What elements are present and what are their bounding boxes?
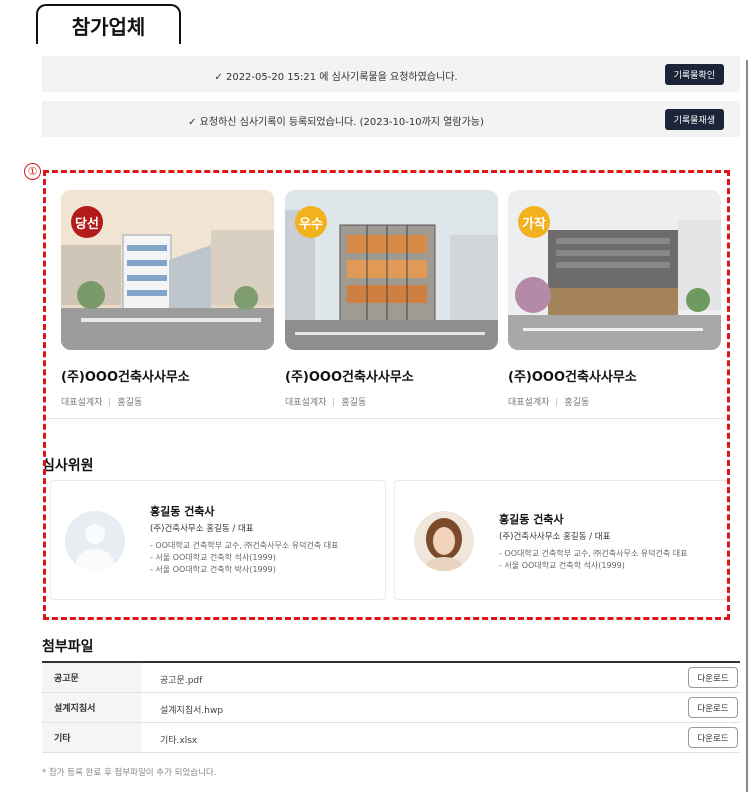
building-render-image: 우수: [285, 190, 498, 350]
attachment-label: 설계지침서: [42, 693, 142, 722]
building-render-image: 가작: [508, 190, 721, 350]
award-badge: 가작: [518, 206, 550, 238]
download-button[interactable]: 다운로드: [688, 727, 738, 748]
award-badge: 우수: [295, 206, 327, 238]
designer-meta: 대표설계자 홍길동: [61, 395, 274, 408]
company-name: (주)OOO건축사사무소: [61, 370, 190, 385]
page-title: 참가업체: [36, 4, 181, 44]
attachment-row: 공고문 공고문.pdf 다운로드: [42, 663, 740, 693]
judge-card: 홍길동 건축사 (주)건축사사무소 홍길동 / 대표 - OO대학교 건축학부 …: [394, 480, 730, 600]
building-render-image: 당선: [61, 190, 274, 350]
attachment-label: 공고문: [42, 663, 142, 692]
company-name: (주)OOO건축사사무소: [285, 370, 414, 385]
judge-affiliation: (주)건축사사무소 홍길동 / 대표: [499, 532, 611, 542]
section-divider: [46, 418, 730, 419]
attachment-row: 기타 기타.xlsx 다운로드: [42, 723, 740, 753]
attachment-label: 기타: [42, 723, 142, 752]
judge-affiliation: (주)건축사무소 홍길동 / 대표: [150, 524, 254, 534]
participant-card[interactable]: 가작 (주)OOO건축사사무소 대표설계자 홍길동: [508, 190, 721, 408]
view-records-button[interactable]: 기록물확인: [664, 64, 724, 85]
attachments-table: 공고문 공고문.pdf 다운로드 설계지침서 설계지침서.hwp 다운로드 기타…: [42, 661, 740, 753]
notice-request-text: ✓ 2022-05-20 15:21 에 심사기록물을 요청하였습니다.: [214, 72, 458, 83]
designer-role-label: 대표설계자: [61, 398, 103, 408]
scroll-rail: [746, 60, 748, 792]
attachments-note: * 참가 등록 완료 후 첨부파일이 추가 되었습니다.: [42, 768, 217, 778]
judge-career: - OO대학교 건축학부 교수, ㈜건축사무소 유덕건축 대표 - 서울 OO대…: [150, 541, 339, 574]
designer-role-label: 대표설계자: [285, 398, 327, 408]
designer-name: 홍길동: [117, 398, 143, 408]
notice-registered-text: ✓ 요청하신 심사기록이 등록되었습니다. (2023-10-10까지 열람가능…: [188, 117, 484, 128]
designer-meta: 대표설계자 홍길동: [508, 395, 721, 408]
attachment-file-name[interactable]: 설계지침서.hwp: [160, 703, 223, 716]
attachment-row: 설계지침서 설계지침서.hwp 다운로드: [42, 693, 740, 723]
download-button[interactable]: 다운로드: [688, 667, 738, 688]
participant-card[interactable]: 우수 (주)OOO건축사사무소 대표설계자 홍길동: [285, 190, 498, 408]
attachment-file-name[interactable]: 공고문.pdf: [160, 673, 202, 686]
avatar-placeholder: [65, 511, 125, 571]
notice-registered: ✓ 요청하신 심사기록이 등록되었습니다. (2023-10-10까지 열람가능…: [42, 101, 740, 137]
designer-name: 홍길동: [341, 398, 367, 408]
participant-card[interactable]: 당선 (주)OOO건축사사무소 대표설계자 홍길동: [61, 190, 274, 408]
judge-card: 홍길동 건축사 (주)건축사무소 홍길동 / 대표 - OO대학교 건축학부 교…: [50, 480, 386, 600]
annotation-marker: ①: [24, 163, 41, 180]
judge-career: - OO대학교 건축학부 교수, ㈜건축사무소 유덕건축 대표 - 서울 OO대…: [499, 549, 688, 570]
designer-role-label: 대표설계자: [508, 398, 550, 408]
notice-request: ✓ 2022-05-20 15:21 에 심사기록물을 요청하였습니다. 기록물…: [42, 56, 740, 92]
designer-name: 홍길동: [564, 398, 590, 408]
judges-section-title: 심사위원: [42, 458, 94, 474]
judge-photo: [414, 511, 474, 571]
designer-meta: 대표설계자 홍길동: [285, 395, 498, 408]
judge-name: 홍길동 건축사: [150, 505, 215, 518]
attachment-file-name[interactable]: 기타.xlsx: [160, 733, 197, 746]
download-button[interactable]: 다운로드: [688, 697, 738, 718]
play-records-button[interactable]: 기록물재생: [664, 109, 724, 130]
company-name: (주)OOO건축사사무소: [508, 370, 637, 385]
judge-name: 홍길동 건축사: [499, 513, 564, 526]
attachments-section-title: 첨부파일: [42, 639, 94, 655]
award-badge: 당선: [71, 206, 103, 238]
